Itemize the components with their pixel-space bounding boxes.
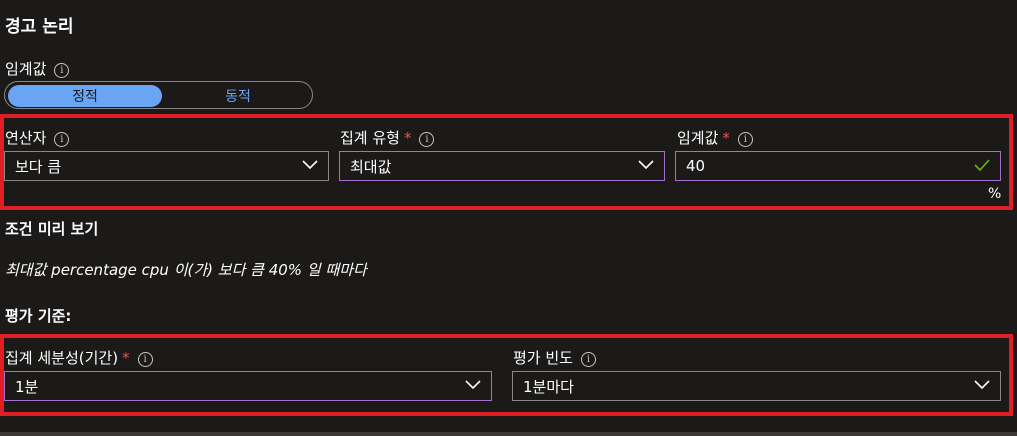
- operator-value: 보다 큼: [15, 157, 62, 176]
- granularity-label-row: 집계 세분성(기간) * i: [5, 347, 153, 368]
- info-icon[interactable]: i: [54, 132, 70, 147]
- aggregation-type-label-row: 집계 유형 * i: [340, 127, 435, 148]
- evaluation-title: 평가 기준:: [5, 307, 72, 325]
- required-mark: *: [403, 129, 412, 147]
- required-mark: *: [722, 129, 730, 147]
- info-icon[interactable]: i: [419, 132, 435, 147]
- threshold-value-label-row: 임계값 * i: [677, 127, 753, 148]
- operator-label: 연산자: [5, 129, 47, 147]
- frequency-dropdown[interactable]: 1분마다: [512, 371, 1001, 401]
- granularity-value: 1분: [15, 377, 39, 396]
- toggle-option-dynamic[interactable]: 동적: [165, 85, 311, 107]
- condition-preview-text: 최대값 percentage cpu 이(가) 보다 큼 40% 일 때마다: [5, 261, 367, 279]
- aggregation-type-label: 집계 유형: [340, 129, 400, 147]
- unit-label: %: [988, 186, 1002, 202]
- operator-label-row: 연산자 i: [5, 127, 70, 148]
- frequency-label: 평가 빈도: [513, 349, 573, 367]
- bottom-divider: [0, 432, 1017, 436]
- info-icon[interactable]: i: [737, 132, 753, 147]
- operator-dropdown[interactable]: 보다 큼: [4, 151, 329, 181]
- frequency-label-row: 평가 빈도 i: [513, 347, 596, 368]
- info-icon[interactable]: i: [137, 352, 153, 367]
- chevron-down-icon: [638, 160, 654, 170]
- granularity-dropdown[interactable]: 1분: [4, 371, 492, 401]
- toggle-option-static[interactable]: 정적: [8, 85, 162, 107]
- condition-preview-title: 조건 미리 보기: [5, 220, 99, 238]
- required-mark: *: [122, 349, 130, 367]
- chevron-down-icon: [974, 380, 990, 390]
- chevron-down-icon: [302, 160, 318, 170]
- aggregation-type-dropdown[interactable]: 최대값: [339, 151, 665, 181]
- chevron-down-icon: [465, 380, 481, 390]
- threshold-value-label: 임계값: [677, 129, 719, 147]
- threshold-value-input[interactable]: 40: [675, 151, 1001, 181]
- aggregation-type-value: 최대값: [350, 157, 392, 176]
- threshold-type-label-row: 임계값 i: [5, 58, 70, 79]
- frequency-value: 1분마다: [523, 377, 574, 396]
- section-heading: 경고 논리: [5, 17, 74, 37]
- info-icon[interactable]: i: [580, 352, 596, 367]
- threshold-value-text: 40: [686, 157, 706, 175]
- info-icon[interactable]: i: [54, 63, 70, 78]
- threshold-type-label: 임계값: [5, 60, 47, 78]
- granularity-label: 집계 세분성(기간): [5, 349, 119, 367]
- threshold-type-toggle[interactable]: 정적 동적: [4, 81, 313, 109]
- checkmark-icon: [974, 159, 990, 171]
